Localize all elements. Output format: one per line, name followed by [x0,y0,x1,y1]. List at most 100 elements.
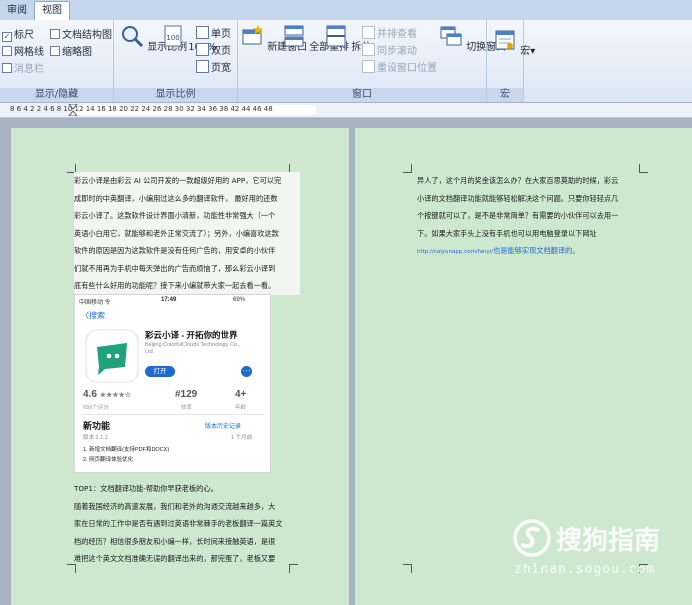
watermark-brand: 搜狗指南 [556,526,661,556]
checkbox-icon [50,29,60,39]
dropdown-arrow-icon: ▾ [530,46,536,57]
sogou-logo-icon [512,518,552,558]
text-line: http://caiyunapp.com/fanyi/也是能够实现文档翻译的。 [417,242,649,262]
version-date: 1 个月前 [231,435,253,441]
rank-value: #129 [175,389,198,400]
split-button[interactable]: 拆分 [324,24,371,53]
horizontal-ruler[interactable]: 8 6 4 2 2 4 6 8 10 12 14 16 18 20 22 24 … [0,103,692,118]
chevron-left-icon: 〈 [81,311,89,320]
thumbnail-checkbox[interactable]: 缩略图 [50,43,92,58]
page-width-button[interactable]: 页宽 [196,59,231,74]
text-line: 难把这个英文文档准确无误的翻译出来的，那完蛋了，老板又要 [74,554,276,563]
single-page-button[interactable]: 单页 [196,25,231,40]
embedded-app-store-screenshot: 中国移动 令 17:49 69% 〈搜索 彩云小译 - 开拓你的世界 Beiji… [74,294,271,473]
single-page-icon [196,26,209,39]
age-label: 年龄 [235,405,247,411]
new-features-heading: 新功能 [83,421,111,431]
tab-view[interactable]: 视图 [34,1,70,21]
new-window-icon [242,25,263,45]
document-page-left[interactable]: 彩云小译是由彩云 AI 公司开发的一款超级好用的 APP，它可以完 成即时的中英… [11,128,349,605]
tab-review[interactable]: 审阅 [0,2,34,20]
divider [81,414,264,415]
section-heading: TOP1：文档翻译功能-帮助你早获老板的心。 [74,484,218,493]
page-width-icon [196,60,209,73]
status-carrier: 中国移动 令 [79,300,111,306]
switch-window-icon [440,26,462,46]
arrange-all-icon [284,25,304,47]
app-name: 彩云小译 - 开拓你的世界 [145,330,238,340]
ribbon: ✓标尺 文档结构图 网格线 缩略图 消息栏 显示/隐藏 显示比例 100 100… [0,20,692,103]
rank-label: 效率 [181,405,193,411]
age-value: 4+ [235,389,247,400]
ruler-numbers: 8 6 4 2 2 4 6 8 10 12 14 16 18 20 22 24 … [10,105,273,113]
group-label: 显示/隐藏 [0,88,113,102]
new-window-button[interactable]: 新建窗口 [240,24,307,53]
ruler-checkbox[interactable]: ✓ 标尺 [2,26,34,42]
text-line: 异人了，这个月的奖金该怎么办？在大家百思莫助的时候，彩云 [417,176,619,185]
group-label: 显示比例 [114,88,237,102]
link-tail-text: 也是能够实现文档翻译的。 [493,246,580,255]
feature-item: 2. 网页翻译体验优化 [83,457,134,463]
macro-group: 宏▾ 宏 [487,20,535,102]
text-line: 家在日常的工作中是否有遇到过英语非常棘手的老板翻译一篇英文 [74,519,283,528]
text-line: 随着我国经济的高速发展，我们和老外的沟通交流越来越多，大 [74,501,276,511]
text-line: 软件的原因是因为这款软件是没有任何广告的，用安卓的小伙伴 [74,242,300,260]
text-line: 成即时的中英翻译，小编用过这么多的翻译软件， 最好用的还数 [74,189,300,207]
side-by-side-icon [362,26,375,39]
crop-mark [403,564,412,573]
indent-marker-icon[interactable] [68,104,78,116]
reset-position-icon [362,60,375,73]
page-100-icon: 100 [164,25,182,47]
window-group: 新建窗口 全部重排 拆分 并排查看 同步滚动 重设窗口位置 切换窗口▾ 窗口 [238,20,511,102]
checkbox-icon [2,63,12,73]
zoom-100-button[interactable]: 100 100% [161,24,217,53]
app-logo-icon [85,329,139,383]
sync-scroll-button[interactable]: 同步滚动 [362,42,417,57]
paragraph-intro: 彩云小译是由彩云 AI 公司开发的一款超级好用的 APP，它可以完 成即时的中英… [74,172,300,295]
text-line: 英语小白用它，就能够和老外正常交流了）；另外，小编喜欢这款 [74,224,300,242]
checkbox-icon [2,46,12,56]
group-label: 窗口 [238,88,486,102]
gridlines-checkbox[interactable]: 网格线 [2,43,44,58]
open-app-button: 打开 [145,366,175,377]
arrange-all-button[interactable]: 全部重排 [282,24,349,53]
version-history-link: 版本历史记录 [205,424,242,430]
doc-map-checkbox[interactable]: 文档结构图 [50,26,112,41]
rating-count: 689个评分 [83,405,109,411]
text-line: 小译的文档翻译功能就能够轻松解决这个问题。只要你轻轻点几 [417,193,619,203]
checkbox-icon [50,46,60,56]
website-link[interactable]: http://caiyunapp.com/fanyi/ [417,249,493,255]
two-pages-icon [196,43,209,56]
text-line: 档的经历？相信很多朋友和小编一样，长时间来接触英语，是很 [74,536,276,546]
status-time: 17:49 [161,297,177,303]
zoom-group: 显示比例 100 100% 单页 双页 页宽 显示比例 [114,20,238,102]
text-line: 个按键就可以了，是不是非常简单？有需要的小伙伴可以去用一 [417,211,619,220]
sync-scroll-icon [362,43,375,56]
more-options-icon: ··· [241,366,252,377]
svg-text:100: 100 [166,34,179,42]
macro-button[interactable]: 宏▾ [493,28,535,57]
two-pages-button[interactable]: 双页 [196,42,231,57]
version-number: 版本 2.1.2 [83,435,108,441]
magnifier-icon [122,26,144,48]
group-label: 宏 [487,88,523,102]
ribbon-tab-bar: 审阅 视图 [0,0,692,21]
rating-value: 4.6 ★★★★☆ [83,389,132,400]
switch-window-button[interactable]: 切换窗口▾ [439,24,511,53]
message-bar-checkbox[interactable]: 消息栏 [2,60,44,75]
paragraph-continued: 异人了，这个月的奖金该怎么办？在大家百思莫助的时候，彩云 小译的文档翻译功能就能… [417,172,649,262]
side-by-side-button[interactable]: 并排查看 [362,25,417,40]
rating-stars: ★★★★☆ [99,392,132,399]
show-hide-group: ✓ 标尺 文档结构图 网格线 缩略图 消息栏 显示/隐藏 [0,20,114,102]
feature-item: 1. 新增文档翻译(支持PDF和DOCX) [83,447,170,453]
text-line: 下。如果大家手头上没有手机也可以用电脑登录以下网址 [417,228,597,238]
text-line: 彩云小译了。这款软件设计界面小清新，功能性非常强大（一个 [74,207,300,225]
split-window-icon [326,25,346,47]
back-link: 〈搜索 [81,311,105,320]
reset-window-position-button[interactable]: 重设窗口位置 [362,59,437,74]
status-battery: 69% [233,297,246,303]
watermark-url: zhinan.sogou.com [514,562,656,577]
zoom-button[interactable]: 显示比例 [120,24,187,53]
checkbox-checked-icon: ✓ [2,32,12,42]
crop-mark [403,164,412,173]
